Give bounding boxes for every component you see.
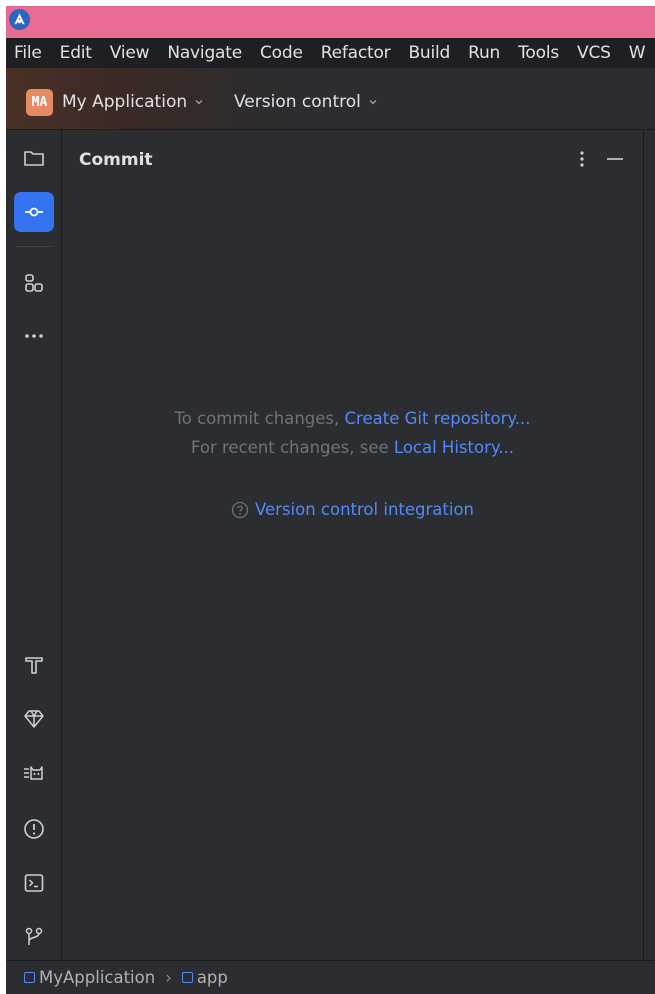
empty-state-help: Version control integration <box>62 500 643 519</box>
status-bar: MyApplication › app <box>6 960 655 994</box>
build-tool-button[interactable] <box>14 645 54 685</box>
more-icon <box>25 334 43 338</box>
project-tool-button[interactable] <box>14 138 54 178</box>
panel-minimize-button[interactable] <box>603 146 627 172</box>
local-history-link[interactable]: Local History... <box>394 438 514 457</box>
empty-state-line-1: To commit changes, Create Git repository… <box>62 409 643 428</box>
right-tool-strip <box>643 130 655 960</box>
panel-title: Commit <box>79 150 153 170</box>
terminal-icon <box>24 874 44 892</box>
version-control-tool-button[interactable] <box>14 917 54 957</box>
module-icon <box>24 972 35 983</box>
gem-icon <box>24 710 44 728</box>
menu-run[interactable]: Run <box>468 43 500 63</box>
folder-icon <box>24 151 44 166</box>
logcat-tool-button[interactable] <box>14 753 54 793</box>
create-git-repository-link[interactable]: Create Git repository... <box>345 409 531 428</box>
ide-window: File Edit View Navigate Code Refactor Bu… <box>6 6 655 994</box>
commit-hint-text: To commit changes, <box>174 409 340 428</box>
version-control-selector[interactable]: Version control <box>234 92 378 112</box>
terminal-tool-button[interactable] <box>14 863 54 903</box>
build-icon <box>25 657 43 674</box>
breadcrumb-project-label: MyApplication <box>39 968 156 987</box>
strip-separator <box>16 246 52 247</box>
menu-build[interactable]: Build <box>408 43 450 63</box>
problems-tool-button[interactable] <box>14 809 54 849</box>
module-icon <box>181 972 193 983</box>
menu-refactor[interactable]: Refactor <box>321 43 391 63</box>
menu-tools[interactable]: Tools <box>518 43 559 63</box>
problems-icon <box>24 819 44 839</box>
chevron-down-icon <box>369 100 377 105</box>
main-toolbar: MA My Application Version control <box>6 68 655 130</box>
commit-tool-button[interactable] <box>14 192 54 232</box>
menu-navigate[interactable]: Navigate <box>167 43 242 63</box>
git-branch-icon <box>25 927 43 945</box>
left-tool-strip <box>6 130 62 960</box>
menu-edit[interactable]: Edit <box>60 43 92 63</box>
more-tools-button[interactable] <box>14 316 54 356</box>
minimize-icon <box>607 158 623 160</box>
project-selector[interactable]: My Application <box>62 92 204 112</box>
project-avatar[interactable]: MA <box>26 89 53 116</box>
menu-code[interactable]: Code <box>260 43 303 63</box>
menu-window[interactable]: W <box>629 43 646 63</box>
title-bar <box>6 6 655 38</box>
breadcrumb-module[interactable]: app <box>181 968 228 987</box>
breadcrumb-project[interactable]: MyApplication <box>24 968 155 987</box>
project-name: My Application <box>62 92 188 112</box>
breadcrumb-module-label: app <box>196 968 228 987</box>
resource-manager-tool-button[interactable] <box>14 263 54 303</box>
version-control-integration-link[interactable]: Version control integration <box>255 500 474 519</box>
menu-vcs[interactable]: VCS <box>577 43 611 63</box>
menu-file[interactable]: File <box>14 43 42 63</box>
commit-icon <box>25 207 43 217</box>
version-control-label: Version control <box>234 92 361 112</box>
help-icon <box>231 501 249 518</box>
empty-state-line-2: For recent changes, see Local History... <box>62 438 643 457</box>
menu-bar: File Edit View Navigate Code Refactor Bu… <box>6 38 655 68</box>
structure-icon <box>25 274 43 292</box>
vertical-more-icon <box>580 151 584 167</box>
menu-view[interactable]: View <box>110 43 150 63</box>
logcat-icon <box>24 766 43 780</box>
breadcrumb-separator-chevron-right-icon: › <box>165 968 172 987</box>
panel-options-button[interactable] <box>572 146 592 172</box>
commit-tool-window: Commit To commit changes, Create Git rep… <box>62 130 643 960</box>
chevron-down-icon <box>195 100 203 105</box>
gemini-tool-button[interactable] <box>14 699 54 739</box>
recent-changes-hint-text: For recent changes, see <box>190 438 389 457</box>
android-studio-logo-icon <box>9 9 30 30</box>
